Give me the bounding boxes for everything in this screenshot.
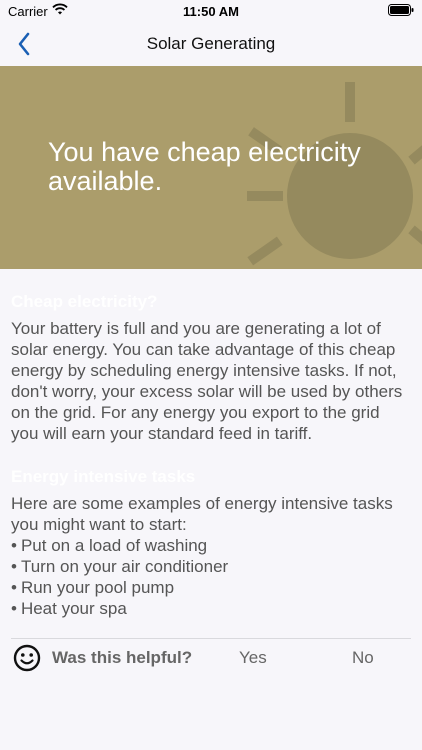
section-heading-cheap-electricity: Cheap electricity? — [11, 292, 158, 311]
list-item: Put on a load of washing — [11, 535, 411, 556]
no-button[interactable]: No — [352, 648, 374, 668]
smile-icon — [13, 644, 41, 672]
status-bar: Carrier 11:50 AM — [0, 0, 422, 22]
yes-button[interactable]: Yes — [239, 648, 267, 668]
hero-banner: You have cheap electricity available. — [0, 66, 422, 269]
navigation-bar: Solar Generating — [0, 22, 422, 66]
status-time: 11:50 AM — [183, 4, 239, 19]
list-item: Run your pool pump — [11, 577, 411, 598]
section-body-energy-tasks: Here are some examples of energy intensi… — [11, 494, 393, 534]
feedback-row: Was this helpful? Yes No — [11, 638, 411, 676]
list-item: Turn on your air conditioner — [11, 556, 411, 577]
task-list: Put on a load of washing Turn on your ai… — [11, 535, 411, 619]
main-content: Cheap electricity? Your battery is full … — [0, 269, 422, 619]
section-heading-energy-tasks: Energy intensive tasks — [11, 467, 196, 486]
list-item: Heat your spa — [11, 598, 411, 619]
section-body-cheap-electricity: Your battery is full and you are generat… — [11, 319, 403, 443]
battery-icon — [388, 4, 414, 16]
hero-headline: You have cheap electricity available. — [48, 137, 361, 196]
feedback-question: Was this helpful? — [52, 648, 193, 667]
page-title: Solar Generating — [146, 34, 276, 53]
